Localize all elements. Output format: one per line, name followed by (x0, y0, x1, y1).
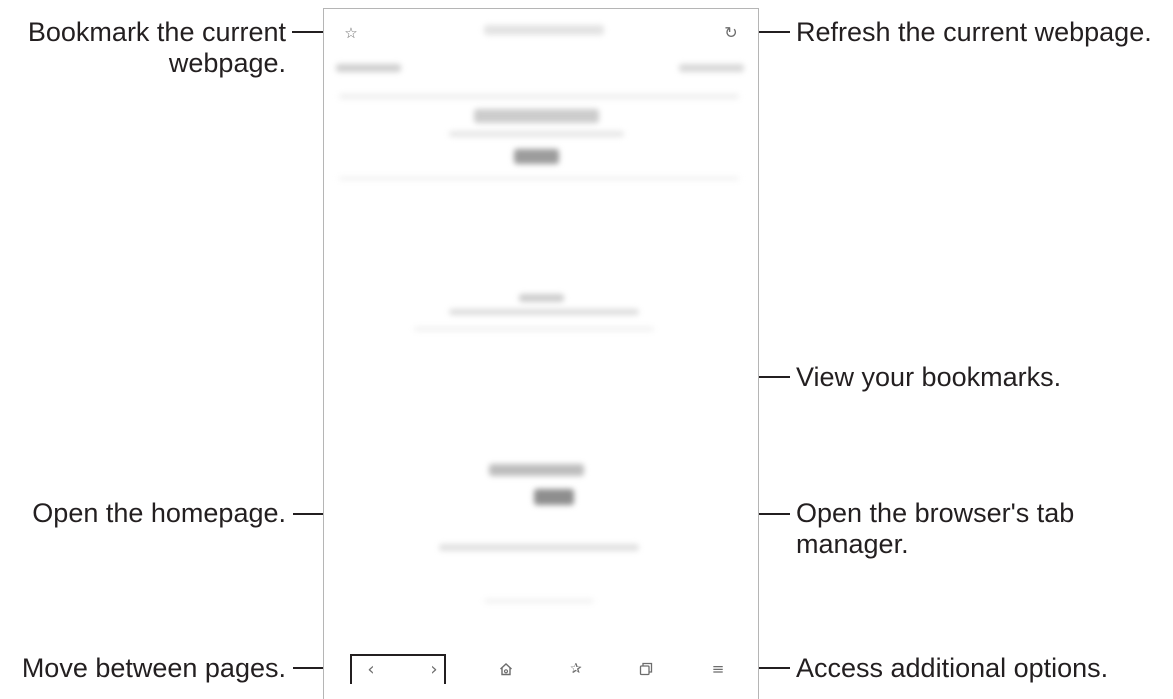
blurred-footer-text (484, 599, 594, 603)
refresh-icon[interactable]: ↻ (719, 20, 743, 44)
tabs-icon[interactable] (634, 657, 658, 681)
callout-bookmark-current: Bookmark the current webpage. (6, 17, 286, 79)
bookmarks-star-icon[interactable]: ✰ (564, 657, 588, 681)
callout-view-bookmarks-text: View your bookmarks. (796, 362, 1062, 392)
callout-refresh: Refresh the current webpage. (796, 17, 1152, 48)
browser-screen: ☆ ↻ ‹ › ✰ ≡ (323, 8, 759, 699)
blurred-text-line-1 (449, 309, 639, 315)
callout-additional-options: Access additional options. (796, 653, 1108, 684)
callout-move-pages-text: Move between pages. (21, 653, 286, 683)
callout-bookmark-line2: webpage. (168, 48, 286, 78)
callout-refresh-text: Refresh the current webpage. (796, 17, 1152, 47)
blurred-subtitle (449, 131, 624, 137)
callout-tab-manager: Open the browser's tab manager. (796, 498, 1074, 560)
blurred-nav-row (339, 94, 739, 99)
address-bar-blurred (484, 25, 604, 35)
blurred-text-line-2 (414, 327, 654, 331)
home-icon[interactable] (494, 657, 518, 681)
blurred-title (474, 109, 599, 123)
blurred-header-left (336, 64, 401, 72)
callout-homepage-text: Open the homepage. (32, 498, 286, 528)
blurred-card-title (489, 464, 584, 476)
callout-tab-manager-line1: Open the browser's tab (796, 498, 1075, 528)
callout-move-pages: Move between pages. (6, 653, 286, 684)
callout-bookmark-line1: Bookmark the current (27, 17, 286, 47)
navigation-highlight-box (350, 654, 446, 684)
blurred-card-button (534, 489, 574, 505)
blurred-link-row (439, 544, 639, 551)
blurred-section-label (519, 294, 564, 302)
star-outline-icon[interactable]: ☆ (339, 21, 363, 45)
blurred-button (514, 149, 559, 164)
callout-open-homepage: Open the homepage. (6, 498, 286, 529)
callout-view-bookmarks: View your bookmarks. (796, 362, 1061, 393)
blurred-divider (339, 177, 739, 180)
callout-tab-manager-line2: manager. (796, 529, 909, 559)
callout-additional-options-text: Access additional options. (796, 653, 1109, 683)
menu-icon[interactable]: ≡ (706, 657, 730, 681)
blurred-header-right (679, 64, 744, 72)
